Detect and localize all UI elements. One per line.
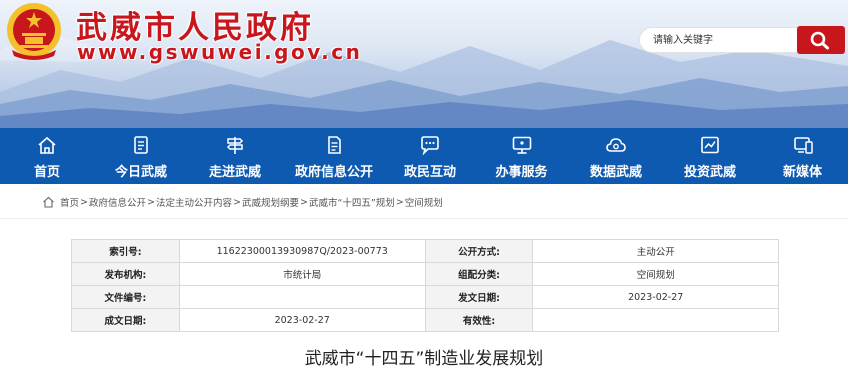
field-label: 公开方式: [424, 239, 534, 263]
article-title: 武威市“十四五”制造业发展规划 [304, 349, 544, 369]
breadcrumb-separator: > [147, 196, 155, 208]
search-input[interactable]: 请输入关键字 [639, 27, 799, 53]
breadcrumb-statutory[interactable]: 法定主动公开内容 [156, 195, 232, 209]
document-info-table: 索引号: 11622300013930987Q/2023-00773 公开方式:… [71, 239, 779, 332]
nav-item-investment[interactable]: 投资武威 [663, 128, 757, 184]
search-icon [810, 31, 829, 50]
breadcrumb-separator: > [299, 196, 308, 208]
breadcrumb-separator: > [80, 196, 88, 208]
breadcrumb-spatial[interactable]: 空间规划 [405, 195, 443, 209]
nav-item-data[interactable]: 数据武威 [569, 128, 663, 184]
nav-item-label: 新媒体 [782, 165, 822, 180]
field-value: 2023-02-27 [178, 308, 426, 332]
field-label: 索引号: [71, 239, 180, 263]
site-url: www.gswuwei.gov.cn [77, 40, 363, 64]
field-value: 空间规划 [532, 262, 779, 286]
field-label: 有效性: [424, 308, 534, 332]
national-emblem-icon [7, 3, 61, 60]
field-value [178, 285, 426, 309]
breadcrumb-separator: > [395, 196, 404, 208]
nav-item-label: 政民互动 [403, 165, 456, 180]
nav-item-interaction[interactable]: 政民互动 [386, 128, 474, 184]
nav-item-label: 首页 [33, 165, 60, 180]
nav-item-label: 政府信息公开 [294, 165, 373, 180]
field-label: 组配分类: [424, 262, 534, 286]
breadcrumb-gov-info[interactable]: 政府信息公开 [89, 195, 146, 209]
breadcrumb-divider [0, 218, 848, 219]
breadcrumb: 首页 > 政府信息公开 > 法定主动公开内容 > 武威规划纲要 > 武威市“十四… [42, 194, 444, 210]
table-row: 成文日期: 2023-02-27 有效性: [71, 308, 779, 332]
table-row: 文件编号: 发文日期: 2023-02-27 [71, 285, 779, 309]
signpost-icon [226, 137, 244, 154]
cloud-data-icon [606, 138, 626, 152]
nav-item-home[interactable]: 首页 [0, 128, 94, 184]
home-icon [38, 136, 56, 154]
page-root: 武威市人民政府 www.gswuwei.gov.cn 请输入关键字 首页 今日武… [0, 0, 848, 373]
field-value: 主动公开 [532, 239, 779, 263]
header-banner: 武威市人民政府 www.gswuwei.gov.cn 请输入关键字 [0, 0, 848, 128]
nav-item-label: 办事服务 [495, 165, 548, 180]
search-button[interactable] [797, 26, 845, 54]
nav-item-new-media[interactable]: 新媒体 [757, 128, 848, 184]
news-icon [134, 136, 148, 154]
table-row: 发布机构: 市统计局 组配分类: 空间规划 [71, 262, 779, 286]
nav-item-gov-info[interactable]: 政府信息公开 [282, 128, 386, 184]
document-icon [328, 136, 341, 154]
field-label: 发布机构: [71, 262, 180, 286]
main-nav: 首页 今日武威 走进武威 政府信息公开 政民互动 办事服务 数据武威 投资武威 [0, 128, 848, 184]
breadcrumb-separator: > [232, 196, 241, 208]
nav-item-label: 投资武威 [683, 165, 736, 180]
monitor-icon [512, 136, 531, 154]
table-row: 索引号: 11622300013930987Q/2023-00773 公开方式:… [71, 239, 779, 263]
field-label: 发文日期: [424, 285, 534, 309]
field-label: 成文日期: [71, 308, 180, 332]
home-icon [43, 196, 54, 208]
nav-item-label: 今日武威 [114, 165, 167, 180]
chart-icon [701, 136, 719, 154]
field-value: 市统计局 [178, 262, 426, 286]
field-value: 2023-02-27 [532, 285, 779, 309]
nav-item-label: 走进武威 [208, 165, 261, 180]
breadcrumb-14th-plan[interactable]: 武威市“十四五”规划 [309, 195, 395, 209]
nav-item-explore[interactable]: 走进武威 [188, 128, 282, 184]
nav-item-services[interactable]: 办事服务 [474, 128, 569, 184]
field-value: 11622300013930987Q/2023-00773 [178, 239, 426, 263]
field-label: 文件编号: [71, 285, 180, 309]
breadcrumb-plan-outline[interactable]: 武威规划纲要 [242, 195, 299, 209]
mobile-icon [793, 137, 813, 154]
chat-icon [421, 136, 439, 155]
nav-item-today[interactable]: 今日武威 [94, 128, 188, 184]
nav-item-label: 数据武威 [589, 165, 642, 180]
breadcrumb-home[interactable]: 首页 [60, 195, 79, 209]
field-value [532, 308, 779, 332]
